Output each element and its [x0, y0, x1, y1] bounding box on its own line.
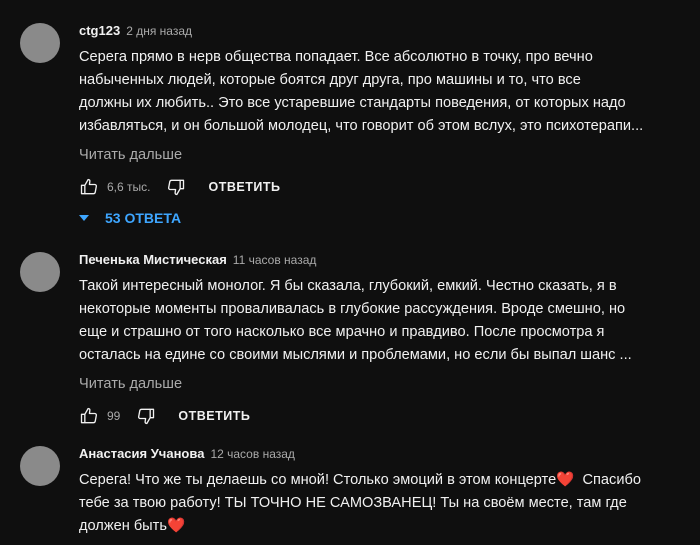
author-name[interactable]: ctg123 [79, 23, 120, 38]
reply-button[interactable]: ОТВЕТИТЬ [178, 409, 250, 423]
reply-button[interactable]: ОТВЕТИТЬ [208, 180, 280, 194]
avatar[interactable] [20, 252, 60, 292]
comment-text-line: тебе за твою работу! ТЫ ТОЧНО НЕ САМОЗВА… [79, 495, 627, 511]
comment-text: Серега прямо в нерв общества попадает. В… [79, 46, 691, 138]
heart-emoji-icon: ❤️ [556, 472, 575, 488]
comment-text-line: избавляться, и он большой молодец, что г… [79, 118, 644, 134]
comment-body: Анастасия Учанова 12 часов назад Серега!… [79, 446, 691, 538]
comment-text-line: осталась на едине со своими мыслями и пр… [79, 347, 632, 363]
avatar[interactable] [20, 23, 60, 63]
comment-body: Печенька Мистическая 11 часов назад Тако… [79, 252, 691, 428]
comment-text-line: Такой интересный монолог. Я бы сказала, … [79, 278, 617, 294]
author-name[interactable]: Анастасия Учанова [79, 446, 204, 461]
comment-text: Серега! Что же ты делаешь со мной! Столь… [79, 469, 691, 538]
comment-text-line: еще и страшно от того насколько все мрач… [79, 324, 605, 340]
comment-text-segment: должен быть [79, 518, 167, 534]
avatar[interactable] [20, 446, 60, 486]
comment-meta: Печенька Мистическая 11 часов назад [79, 252, 691, 270]
thumb-up-icon[interactable] [79, 406, 99, 426]
comment-text-line: набыченных людей, которые боятся друг др… [79, 72, 581, 88]
comment-text-line: Серега! Что же ты делаешь со мной! Столь… [79, 469, 691, 492]
comment-time[interactable]: 11 часов назад [233, 253, 317, 267]
comment-actions: 6,6 тыс. ОТВЕТИТЬ [79, 175, 691, 199]
caret-down-icon [79, 215, 89, 221]
comment-time[interactable]: 2 дня назад [126, 24, 192, 38]
thumb-up-icon[interactable] [79, 177, 99, 197]
comment-text-line: некоторые моменты проваливалась в глубок… [79, 301, 626, 317]
comment-time[interactable]: 12 часов назад [210, 447, 294, 461]
comment-text-segment: Спасибо [574, 472, 641, 488]
comment-meta: ctg123 2 дня назад [79, 23, 691, 41]
comment-text-segment: Серега! Что же ты делаешь со мной! Столь… [79, 472, 557, 488]
thumb-down-icon[interactable] [166, 177, 186, 197]
comment-text-line: должны их любить.. Это все устаревшие ст… [79, 95, 626, 111]
replies-count-label: 53 ОТВЕТА [105, 210, 182, 226]
like-count: 99 [107, 409, 121, 423]
author-name[interactable]: Печенька Мистическая [79, 252, 227, 267]
thumb-down-icon[interactable] [136, 406, 156, 426]
read-more-button[interactable]: Читать дальше [79, 144, 691, 166]
comment-body: ctg123 2 дня назад Серега прямо в нерв о… [79, 23, 691, 230]
comment-actions: 99 ОТВЕТИТЬ [79, 404, 691, 428]
like-count: 6,6 тыс. [107, 180, 151, 194]
comment-text-line: должен быть❤️ [79, 515, 691, 538]
comment-text: Такой интересный монолог. Я бы сказала, … [79, 275, 691, 367]
show-replies-button[interactable]: 53 ОТВЕТА [79, 206, 691, 230]
comment-meta: Анастасия Учанова 12 часов назад [79, 446, 691, 464]
heart-emoji-icon: ❤️ [166, 518, 186, 534]
comment-text-line: Серега прямо в нерв общества попадает. В… [79, 49, 593, 65]
read-more-button[interactable]: Читать дальше [79, 373, 691, 395]
